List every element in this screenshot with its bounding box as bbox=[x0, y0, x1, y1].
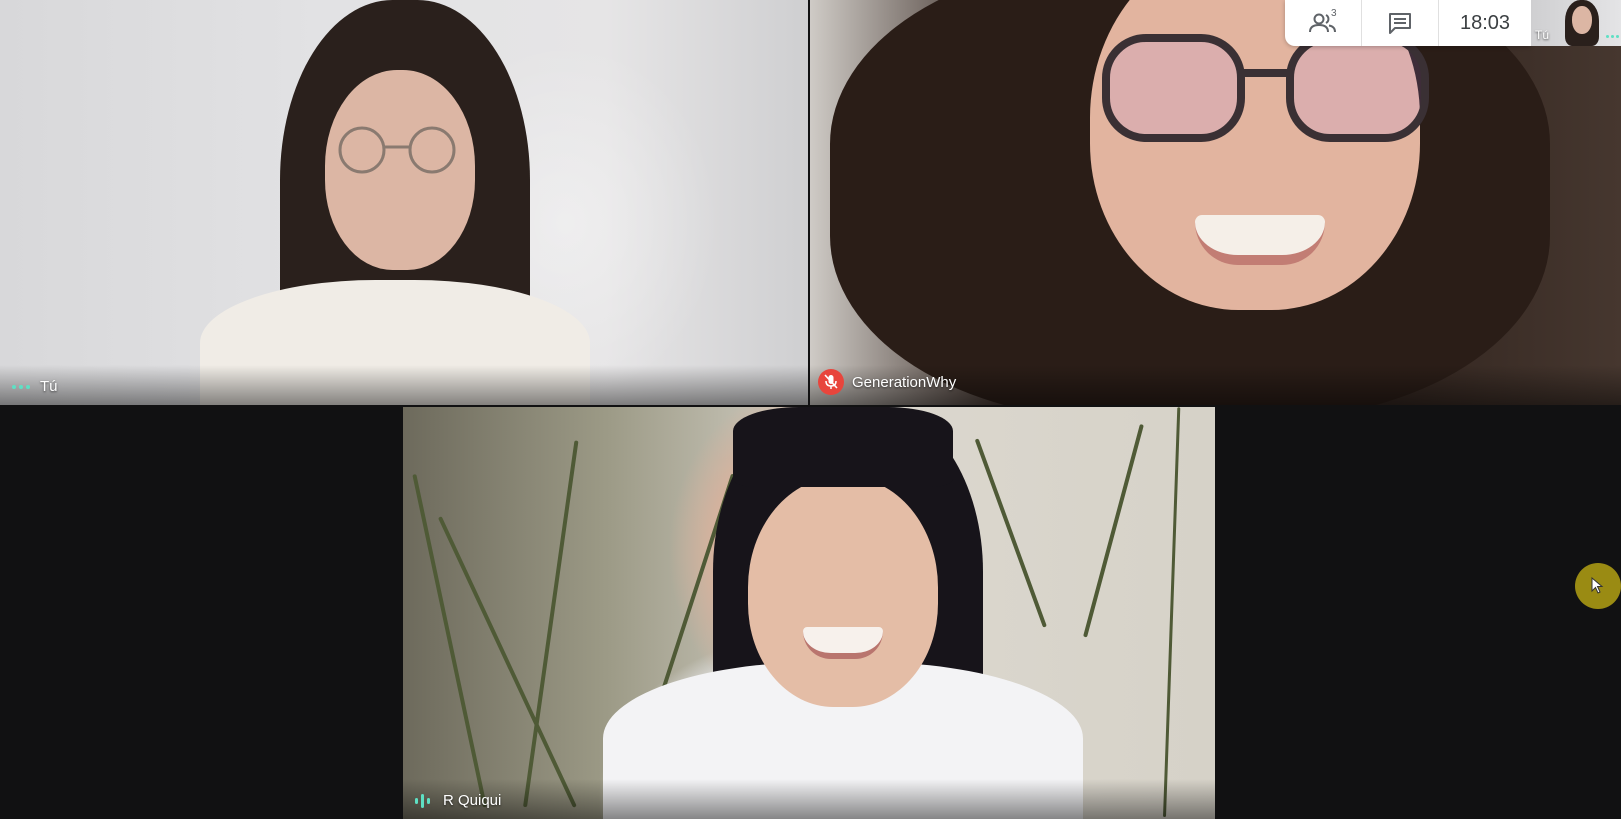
self-view-label: Tú bbox=[1535, 28, 1550, 42]
meeting-stage: Tú GenerationWhy R Quiqui 3 18:03 Tú bbox=[0, 0, 1621, 819]
glasses-graphic bbox=[1102, 34, 1429, 142]
meeting-info-panel: 3 18:03 bbox=[1285, 0, 1531, 46]
participant-tile-rquiqui[interactable]: R Quiqui bbox=[403, 407, 1215, 819]
participant-name-tag: GenerationWhy bbox=[818, 369, 956, 395]
self-view-thumbnail[interactable]: Tú bbox=[1531, 0, 1621, 46]
speaking-icon bbox=[415, 793, 435, 809]
participant-name: GenerationWhy bbox=[852, 373, 957, 391]
meeting-clock: 18:03 bbox=[1459, 11, 1511, 34]
more-dots-icon[interactable] bbox=[1606, 35, 1619, 38]
people-count-badge: 3 bbox=[1331, 8, 1337, 19]
cursor-highlight bbox=[1575, 563, 1621, 609]
chat-icon bbox=[1389, 13, 1411, 34]
participant-tile-generationwhy[interactable]: GenerationWhy bbox=[810, 0, 1621, 405]
name-bar bbox=[403, 779, 1215, 819]
participant-name-tag: Tú bbox=[12, 378, 58, 395]
participant-name: R Quiqui bbox=[443, 792, 502, 809]
glasses-graphic bbox=[338, 126, 456, 174]
participant-tile-self[interactable]: Tú bbox=[0, 0, 808, 405]
name-bar bbox=[0, 365, 808, 405]
people-button[interactable]: 3 bbox=[1285, 0, 1362, 46]
participant-name-tag: R Quiqui bbox=[415, 792, 501, 809]
more-dots-icon[interactable] bbox=[12, 384, 32, 389]
participant-name: Tú bbox=[40, 378, 58, 395]
cursor-icon bbox=[1591, 577, 1604, 594]
chat-button[interactable] bbox=[1362, 0, 1439, 46]
mic-off-icon bbox=[818, 369, 844, 395]
